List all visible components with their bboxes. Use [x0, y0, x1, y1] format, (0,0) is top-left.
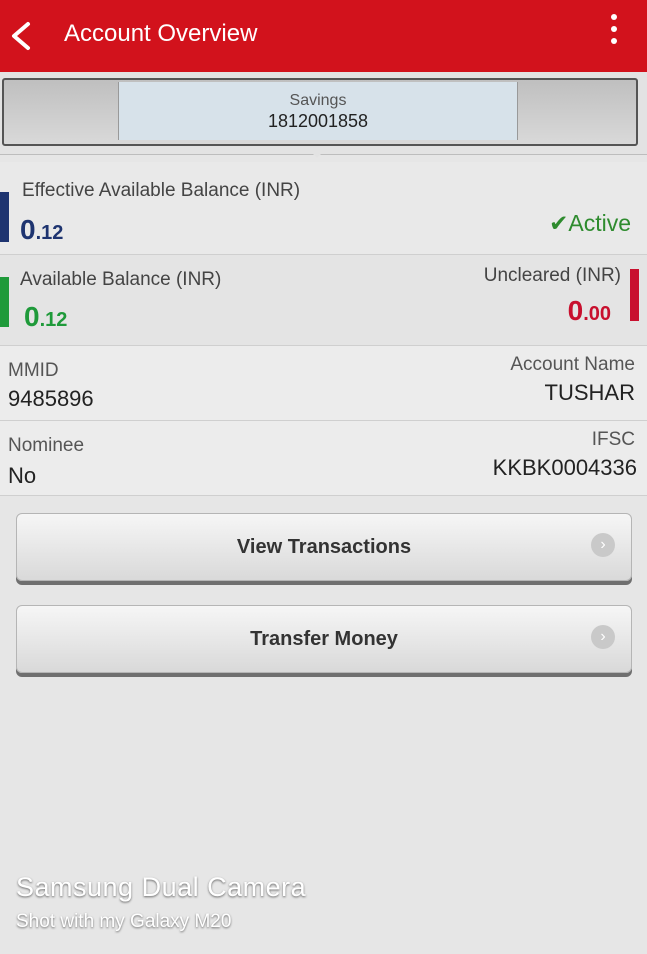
- effective-balance-bar: [0, 192, 9, 242]
- account-name-label: Account Name: [510, 354, 635, 375]
- more-vertical-icon[interactable]: [609, 14, 619, 48]
- chevron-left-icon[interactable]: [6, 18, 38, 54]
- chevron-right-icon: ›: [591, 533, 615, 557]
- available-balance-row: Available Balance (INR) 0.12 Uncleared (…: [0, 255, 647, 346]
- status-badge: ✔Active: [549, 210, 631, 236]
- available-balance-value: 0.12: [24, 301, 68, 332]
- uncleared-bar: [630, 269, 639, 321]
- camera-watermark: Samsung Dual Camera Shot with my Galaxy …: [16, 872, 306, 933]
- chevron-right-icon: ›: [591, 625, 615, 649]
- nominee-label: Nominee: [8, 435, 85, 456]
- transfer-money-button[interactable]: Transfer Money ›: [16, 605, 632, 673]
- account-type: Savings: [289, 92, 347, 109]
- ifsc-label: IFSC: [591, 429, 635, 450]
- account-name-value: TUSHAR: [544, 380, 635, 405]
- check-icon: ✔: [549, 210, 569, 236]
- page-title: Account Overview: [64, 20, 258, 47]
- view-transactions-label: View Transactions: [236, 536, 412, 558]
- watermark-subtitle: Shot with my Galaxy M20: [16, 911, 232, 932]
- effective-balance-label: Effective Available Balance (INR): [22, 180, 301, 201]
- uncleared-value: 0.00: [567, 295, 611, 326]
- ifsc-value: KKBK0004336: [492, 455, 637, 480]
- mmid-label: MMID: [8, 360, 59, 381]
- selector-pointer: [307, 148, 327, 158]
- mmid-value: 9485896: [8, 386, 94, 411]
- watermark-title: Samsung Dual Camera: [16, 872, 307, 902]
- available-balance-label: Available Balance (INR): [20, 269, 222, 290]
- mmid-row: MMID 9485896 Account Name TUSHAR: [0, 346, 647, 421]
- account-carousel[interactable]: Savings 1812001858: [2, 78, 638, 146]
- app-header: Account Overview: [0, 0, 647, 72]
- available-balance-bar: [0, 277, 9, 327]
- effective-balance-row: Effective Available Balance (INR) 0.12 ✔…: [0, 162, 647, 255]
- nominee-row: Nominee No IFSC KKBK0004336: [0, 421, 647, 496]
- uncleared-label: Uncleared (INR): [483, 265, 621, 286]
- effective-balance-value: 0.12: [20, 214, 64, 245]
- account-card[interactable]: Savings 1812001858: [118, 82, 518, 140]
- account-selector: Savings 1812001858: [0, 72, 647, 155]
- account-number: 1812001858: [267, 111, 369, 131]
- transfer-money-label: Transfer Money: [250, 628, 398, 650]
- view-transactions-button[interactable]: View Transactions ›: [16, 513, 632, 581]
- nominee-value: No: [8, 463, 37, 488]
